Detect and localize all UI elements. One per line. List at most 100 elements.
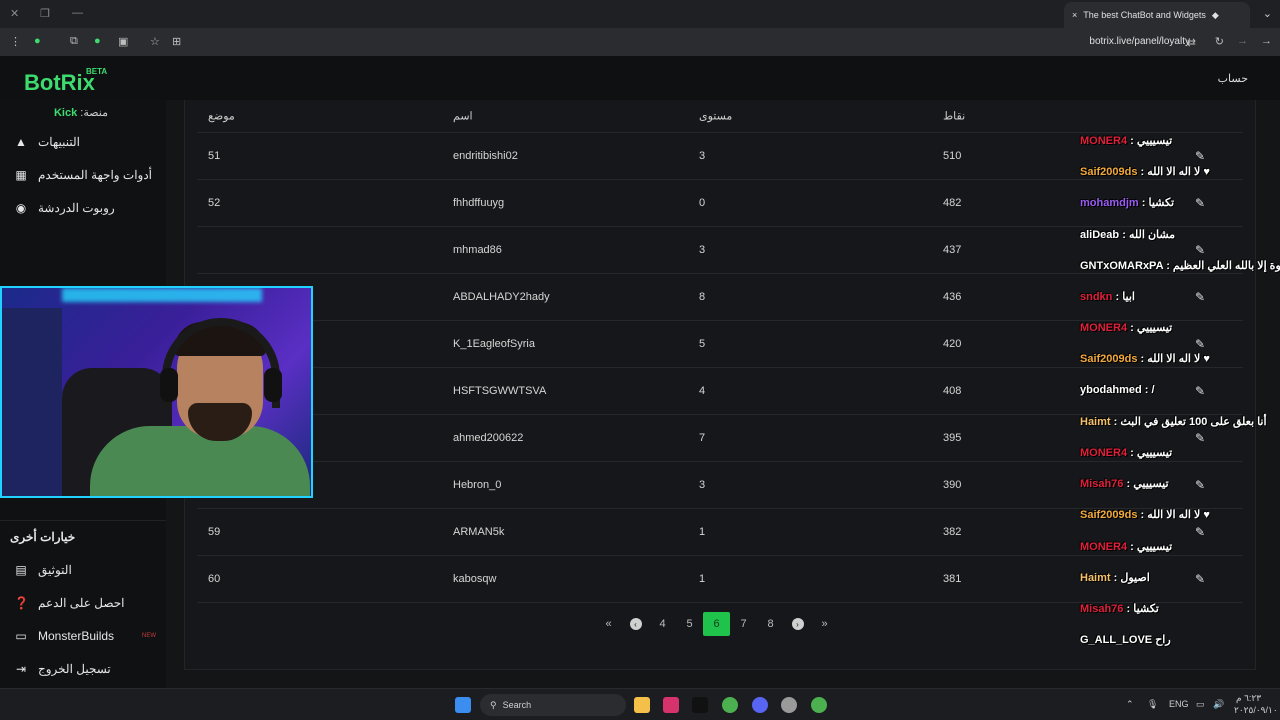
beta-badge: BETA [86,67,108,76]
taskbar-search[interactable]: ⚲ Search [480,694,626,716]
reload-icon[interactable]: ↻ [1215,35,1224,48]
sidebar-item-monsterbuilds[interactable]: ▭ MonsterBuilds NEW [0,621,166,651]
edit-pencil-icon[interactable]: ✎ [1195,478,1205,492]
next-page-button[interactable]: › [784,612,811,636]
row-points: 382 [943,526,962,538]
language-indicator[interactable]: ENG [1169,699,1189,709]
edit-pencil-icon[interactable]: ✎ [1195,384,1205,398]
sidebar-item-support[interactable]: ❓ احصل على الدعم [0,588,166,618]
help-icon: ❓ [14,596,29,610]
table-row: 60 kabosqw 1 381 ✎ [197,556,1243,603]
row-points: 408 [943,385,962,397]
row-level: 1 [699,526,706,538]
streamer-webcam [0,286,313,498]
site-settings-icon[interactable]: ⇄ [1187,36,1196,49]
edit-pencil-icon[interactable]: ✎ [1195,337,1205,351]
edit-pencil-icon[interactable]: ✎ [1195,525,1205,539]
discord-icon[interactable] [752,697,768,713]
row-level: 4 [699,385,706,397]
row-points: 436 [943,291,962,303]
table-row: 52 fhhdffuuyg 0 482 ✎ [197,180,1243,227]
page-8-button[interactable]: 8 [757,612,784,636]
logout-icon: ⇥ [15,662,27,676]
row-level: 1 [699,573,706,585]
sidebar-item-chatbot[interactable]: ◉ روبوت الدردشة [0,193,166,223]
network-icon[interactable]: ▭ [1196,699,1205,710]
edit-pencil-icon[interactable]: ✎ [1195,290,1205,304]
edit-pencil-icon[interactable]: ✎ [1195,149,1205,163]
last-page-button[interactable]: » [811,612,838,636]
sidebar-item-logout[interactable]: ⇥ تسجيل الخروج [0,654,166,684]
tab-sidepanel-icon[interactable]: ⊞ [172,35,181,48]
tab-close-icon[interactable]: × [1072,10,1077,20]
minimize-window-icon[interactable]: — [72,7,83,19]
edit-pencil-icon[interactable]: ✎ [1195,572,1205,586]
account-link[interactable]: حساب [1218,72,1248,85]
tab-search-icon[interactable]: ⌄ [1263,7,1272,20]
edit-pencil-icon[interactable]: ✎ [1195,243,1205,257]
page-5-button[interactable]: 5 [676,612,703,636]
sidebar-divider [0,520,166,521]
restore-window-icon[interactable]: ❐ [40,7,50,20]
sidebar-item-docs[interactable]: ▤ التوثيق [0,555,166,585]
table-row: ahmed200622 7 395 ✎ [197,415,1243,462]
chevron-left-icon: ‹ [629,618,642,630]
address-bar[interactable]: botrix.live/panel/loyalty [1089,36,1190,47]
extension-box-icon[interactable]: ▣ [118,35,128,48]
table-header: موضع اسم مستوى نقاط [197,100,1243,133]
extension-green-icon[interactable]: ● [94,35,101,47]
row-level: 3 [699,150,706,162]
new-badge: NEW [142,633,157,639]
header-level[interactable]: مستوى [699,110,732,123]
volume-icon[interactable]: 🔊 [1213,699,1224,710]
platform-name: Kick [53,107,78,119]
tray-chevron-icon[interactable]: ⌃ [1126,699,1134,710]
row-points: 395 [943,432,962,444]
row-position: 52 [208,197,221,209]
clock-date[interactable]: ٢٠٢٥/٠٩/١٠ [1234,705,1278,716]
page-7-button[interactable]: 7 [730,612,757,636]
row-level: 3 [699,479,706,491]
sidebar-item-widgets[interactable]: ▦ أدوات واجهة المستخدم [0,160,166,190]
clock-time[interactable]: ٦:٢٣ م [1236,693,1261,704]
header-name[interactable]: اسم [453,110,473,123]
chrome-profile-icon[interactable] [811,697,827,713]
edit-pencil-icon[interactable]: ✎ [1195,196,1205,210]
back-icon[interactable]: → [1261,35,1272,47]
menu-dots-icon[interactable]: ⋮ [10,35,21,48]
chrome-icon[interactable] [722,697,738,713]
botrix-app: BotRix BETA حساب منصة: Kick ▲ التنبيهات … [0,56,1280,688]
row-position: 51 [208,150,221,162]
windows-start-icon[interactable] [455,697,471,713]
page-4-button[interactable]: 4 [649,612,676,636]
header-position[interactable]: موضع [208,110,235,123]
botrix-logo[interactable]: BotRix [24,70,95,96]
page-6-button[interactable]: 6 [703,612,730,636]
instagram-icon[interactable] [663,697,679,713]
laptop-icon: ▭ [15,629,27,643]
forward-icon[interactable]: → [1237,35,1248,47]
chevron-right-icon: › [791,618,804,630]
microphone-icon[interactable]: 🎙 [1147,699,1158,710]
prev-page-button[interactable]: ‹ [622,612,649,636]
row-username: K_1EagleofSyria [453,338,535,350]
extension-icon[interactable]: ● [34,35,41,47]
tab-favicon-icon: ◆ [1211,9,1219,20]
first-page-button[interactable]: « [595,612,622,636]
bookmark-star-icon[interactable]: ☆ [150,35,160,48]
row-username: ARMAN5k [453,526,505,538]
sidebar-item-alerts[interactable]: ▲ التنبيهات [0,127,166,157]
file-explorer-icon[interactable] [634,697,650,713]
edit-pencil-icon[interactable]: ✎ [1195,431,1205,445]
close-window-icon[interactable]: ✕ [10,7,19,20]
table-row: 58Hebron_03390✎ [197,462,1243,509]
platform-label: منصة: Kick [53,107,108,119]
header-points[interactable]: نقاط [943,110,965,123]
browser-titlebar: ✕ ❐ — + × The best ChatBot and Widgets ◆… [0,0,1280,28]
browser-tab[interactable]: × The best ChatBot and Widgets ◆ [1064,2,1250,28]
row-points: 381 [943,573,962,585]
row-position: 59 [208,526,221,538]
app-icon[interactable] [781,697,797,713]
tiktok-icon[interactable] [692,697,708,713]
extensions-puzzle-icon[interactable]: ⧉ [70,35,78,48]
